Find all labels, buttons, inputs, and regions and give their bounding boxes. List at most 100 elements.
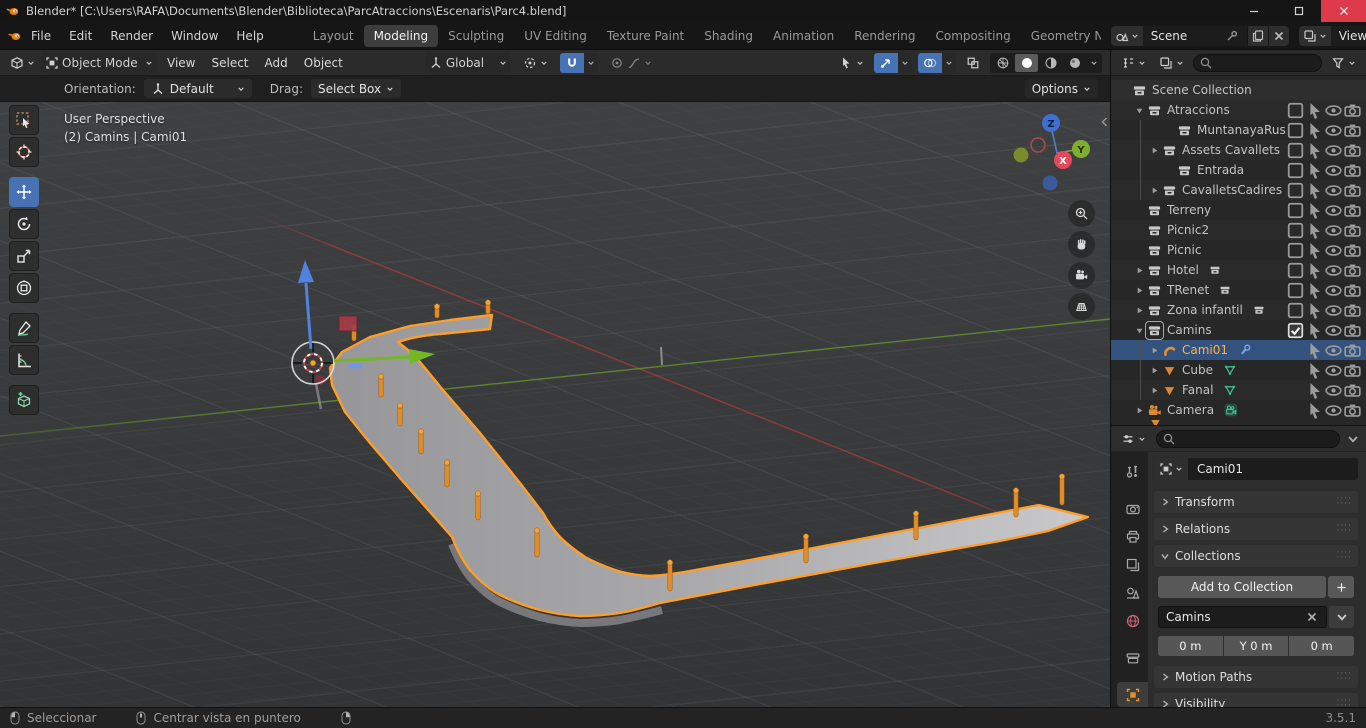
expand-expand-icon[interactable] — [1147, 146, 1161, 155]
outliner-row-picnic[interactable]: Picnic — [1111, 240, 1366, 260]
outliner-row-hotel[interactable]: Hotel — [1111, 260, 1366, 280]
collection-checkbox[interactable] — [1286, 261, 1305, 280]
collection-checkbox[interactable] — [1286, 281, 1305, 300]
hide-render-toggle[interactable] — [1343, 201, 1362, 220]
outliner-row-cami01[interactable]: Cami01 — [1111, 340, 1366, 360]
nav-pan-button[interactable] — [1068, 231, 1095, 258]
viewport-menu-object[interactable]: Object — [296, 50, 351, 76]
workspace-tab-sculpting[interactable]: Sculpting — [438, 25, 514, 47]
hide-viewport-toggle[interactable] — [1324, 221, 1343, 240]
chevron-down-icon[interactable] — [1346, 432, 1360, 446]
workspace-tab-animation[interactable]: Animation — [763, 25, 844, 47]
collection-checkbox[interactable] — [1286, 101, 1305, 120]
properties-tab-view-layer[interactable] — [1117, 553, 1148, 578]
properties-tab-output[interactable] — [1117, 525, 1148, 550]
hide-viewport-toggle[interactable] — [1324, 241, 1343, 260]
selectable-toggle[interactable] — [1305, 161, 1324, 180]
properties-editor-type-button[interactable] — [1117, 430, 1150, 448]
properties-tab-tool[interactable] — [1117, 460, 1148, 485]
hide-viewport-toggle[interactable] — [1324, 301, 1343, 320]
close-button[interactable] — [1321, 0, 1366, 22]
panel-collections[interactable]: Collections ···· ···· — [1154, 545, 1358, 567]
properties-tab-render[interactable] — [1117, 497, 1148, 522]
outliner-row-atraccions[interactable]: Atraccions — [1111, 100, 1366, 120]
viewport-menu-select[interactable]: Select — [203, 50, 256, 76]
selectable-toggle[interactable] — [1305, 101, 1324, 120]
hide-render-toggle[interactable] — [1343, 221, 1362, 240]
selectable-toggle[interactable] — [1305, 261, 1324, 280]
expand-expand-icon[interactable] — [1147, 366, 1161, 375]
properties-tab-scene[interactable] — [1117, 581, 1148, 606]
outliner-row-camins[interactable]: Camins — [1111, 320, 1366, 340]
collection-checkbox[interactable] — [1286, 181, 1305, 200]
show-gizmo-toggle[interactable] — [874, 52, 898, 73]
outliner-display-mode-button[interactable] — [1117, 54, 1150, 72]
view-layer-name[interactable]: ViewLayer — [1339, 29, 1366, 43]
show-overlays-toggle[interactable] — [918, 52, 942, 73]
menu-edit[interactable]: Edit — [60, 29, 101, 43]
workspace-tab-uv-editing[interactable]: UV Editing — [514, 25, 597, 47]
drag-setting-select[interactable]: Select Box — [310, 79, 402, 98]
collection-specials-button[interactable] — [1329, 606, 1354, 628]
hide-viewport-toggle[interactable] — [1324, 121, 1343, 140]
maximize-button[interactable] — [1276, 0, 1321, 22]
nav-neg-x-ball[interactable] — [1030, 137, 1046, 153]
outliner-row-entrada[interactable]: Entrada — [1111, 160, 1366, 180]
collection-checkbox[interactable] — [1286, 201, 1305, 220]
road-object-cami01[interactable] — [328, 313, 1090, 618]
expand-expand-icon[interactable] — [1132, 306, 1146, 315]
outliner-id-filter-button[interactable] — [1155, 54, 1188, 72]
selectable-toggle[interactable] — [1305, 401, 1324, 420]
hide-viewport-toggle[interactable] — [1324, 381, 1343, 400]
object-name-field[interactable]: Cami01 — [1188, 458, 1358, 480]
selectable-toggle[interactable] — [1305, 141, 1324, 160]
object-visibility-button[interactable] — [835, 54, 868, 72]
gizmo-plane-handle[interactable] — [348, 364, 363, 369]
outliner-row-muntanayarussa[interactable]: MuntanayaRussa — [1111, 120, 1366, 140]
panel-transform[interactable]: Transform ···· ···· — [1154, 491, 1358, 513]
nav-toggle-ortho-button[interactable] — [1068, 293, 1095, 320]
hide-render-toggle[interactable] — [1343, 361, 1362, 380]
hide-render-toggle[interactable] — [1343, 321, 1362, 340]
new-collection-button[interactable] — [1328, 576, 1354, 598]
offset-field-0[interactable]: 0 m — [1158, 636, 1223, 656]
shading-wireframe-button[interactable] — [991, 54, 1014, 72]
hide-viewport-toggle[interactable] — [1324, 101, 1343, 120]
selectable-toggle[interactable] — [1305, 241, 1324, 260]
hide-render-toggle[interactable] — [1343, 301, 1362, 320]
selectable-toggle[interactable] — [1305, 181, 1324, 200]
pin-icon[interactable] — [1225, 29, 1239, 43]
hide-render-toggle[interactable] — [1343, 281, 1362, 300]
shading-material-button[interactable] — [1039, 54, 1062, 72]
gizmo-y-arrowhead[interactable] — [409, 349, 435, 364]
menu-render[interactable]: Render — [101, 29, 162, 43]
shading-options-button[interactable] — [1087, 54, 1101, 72]
panel-drag-grip[interactable]: ···· ···· — [1337, 670, 1352, 684]
orientation-setting-select[interactable]: Default — [143, 79, 252, 98]
panel-relations[interactable]: Relations ···· ···· — [1154, 518, 1358, 540]
expand-collapse-icon[interactable] — [1132, 106, 1146, 115]
tool-scale[interactable] — [9, 241, 39, 271]
shading-solid-button[interactable] — [1015, 53, 1038, 72]
outliner-row-cavalletscadires[interactable]: CavalletsCadires — [1111, 180, 1366, 200]
remove-collection-icon[interactable] — [1305, 610, 1319, 624]
tool-move[interactable] — [9, 177, 39, 207]
hide-render-toggle[interactable] — [1343, 261, 1362, 280]
tool-transform[interactable] — [9, 273, 39, 303]
hide-render-toggle[interactable] — [1343, 401, 1362, 420]
pivot-point-button[interactable] — [519, 54, 552, 72]
offset-field-2[interactable]: 0 m — [1289, 636, 1355, 656]
offset-field-1[interactable]: Y 0 m — [1223, 636, 1289, 656]
outliner-filter-button[interactable] — [1327, 54, 1360, 72]
tool-measure[interactable] — [9, 345, 39, 375]
viewport-menu-view[interactable]: View — [159, 50, 203, 76]
panel-drag-grip[interactable]: ···· ···· — [1337, 549, 1352, 563]
overlays-options-button[interactable] — [942, 52, 956, 73]
hide-viewport-toggle[interactable] — [1324, 281, 1343, 300]
hide-viewport-toggle[interactable] — [1324, 141, 1343, 160]
snap-options-button[interactable] — [583, 52, 598, 73]
hide-viewport-toggle[interactable] — [1324, 261, 1343, 280]
hide-render-toggle[interactable] — [1343, 381, 1362, 400]
nav-neg-y-ball[interactable] — [1013, 147, 1029, 163]
expand-expand-icon[interactable] — [1132, 266, 1146, 275]
